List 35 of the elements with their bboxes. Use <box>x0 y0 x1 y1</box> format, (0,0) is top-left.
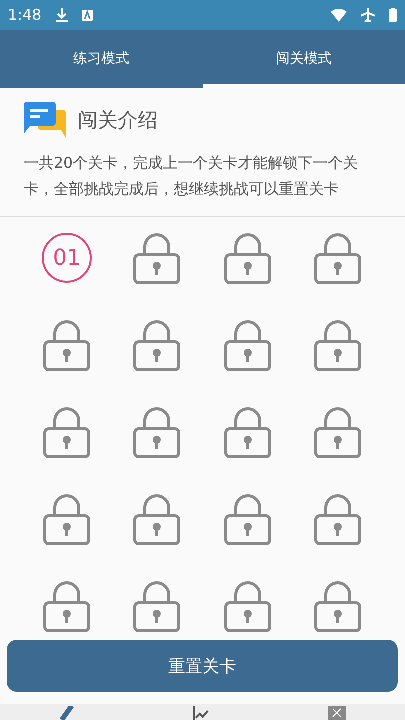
padlock-icon <box>133 494 182 546</box>
padlock-icon <box>43 407 92 459</box>
wifi-icon <box>331 8 347 22</box>
padlock-icon <box>133 320 182 372</box>
padlock-icon <box>314 233 362 285</box>
notification-icon <box>82 10 93 20</box>
padlock-icon <box>224 233 272 285</box>
padlock-icon <box>224 494 272 546</box>
intro-text: 一共20个关卡，完成上一个关卡才能解锁下一个关卡，全部挑战完成后，想继续挑战可以重置关卡 <box>24 153 360 200</box>
padlock-icon <box>224 407 272 459</box>
padlock-icon <box>224 581 272 633</box>
mode-tab[interactable]: 闯关模式 <box>202 30 405 88</box>
battery-icon <box>389 8 397 22</box>
level-button[interactable]: 01 <box>42 233 92 283</box>
padlock-icon <box>43 494 92 546</box>
intro-title: 闯关介绍 <box>78 106 158 134</box>
padlock-icon <box>224 320 272 372</box>
download-icon <box>56 8 68 22</box>
padlock-icon <box>314 494 362 546</box>
close-box-icon[interactable] <box>328 706 346 720</box>
padlock-icon <box>43 581 92 633</box>
chart-icon[interactable] <box>192 706 208 720</box>
padlock-icon <box>133 407 182 459</box>
padlock-icon <box>314 581 362 633</box>
padlock-icon <box>133 233 182 285</box>
status-time: 1:48 <box>8 6 42 24</box>
chat-bubbles-icon <box>24 102 68 138</box>
mode-tab[interactable]: 练习模式 <box>0 30 202 88</box>
padlock-icon <box>43 320 92 372</box>
padlock-icon <box>314 320 362 372</box>
padlock-icon <box>314 407 362 459</box>
pencil-icon[interactable] <box>60 706 74 720</box>
padlock-icon <box>133 581 182 633</box>
airplane-icon <box>361 8 375 22</box>
reset-button[interactable]: 重置关卡 <box>7 640 398 692</box>
